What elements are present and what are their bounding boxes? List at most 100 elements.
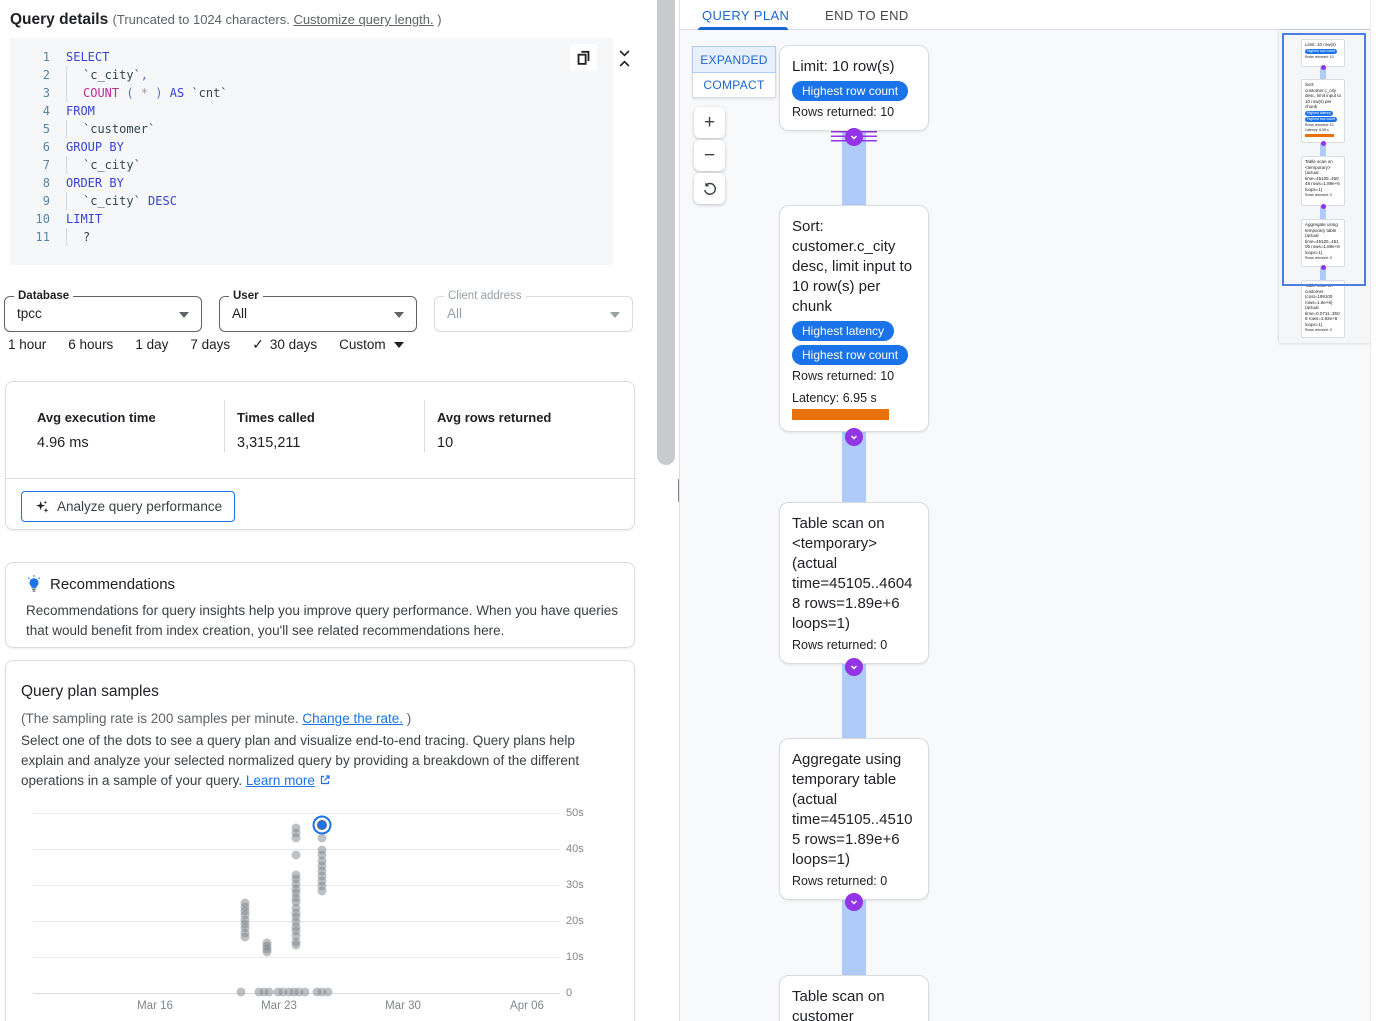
selected-sample-dot[interactable]: [317, 820, 327, 830]
learn-more-link[interactable]: Learn more: [246, 773, 315, 788]
metric-value: 3,315,211: [237, 435, 315, 451]
plan-node[interactable]: Table scan on <temporary> (actual time=4…: [779, 502, 929, 664]
sql-token: (: [119, 86, 141, 100]
minimap-node-title: Sort: customer.c_city desc, limit input …: [1305, 82, 1341, 110]
tab-end-to-end[interactable]: END TO END: [825, 0, 909, 30]
user-label: User: [229, 290, 263, 302]
time-range-custom[interactable]: Custom: [339, 336, 404, 353]
query-details-panel: Query details (Truncated to 1024 charact…: [0, 0, 656, 1021]
sample-dot[interactable]: [323, 987, 332, 996]
sample-dot[interactable]: [291, 850, 300, 859]
left-scrollbar[interactable]: [657, 0, 675, 465]
sql-token: FROM: [66, 104, 95, 118]
plan-node[interactable]: Aggregate using temporary table (actual …: [779, 738, 929, 900]
expand-node-icon[interactable]: [845, 658, 863, 676]
minimap-node: Table scan on <temporary> (actual time=4…: [1301, 156, 1345, 206]
metric-avg-rows-returned: Avg rows returned10: [437, 410, 551, 451]
dropdown-arrow-icon: [394, 342, 404, 348]
metrics-card: Avg execution time4.96 ms Times called3,…: [5, 381, 635, 530]
unfold-less-icon: [617, 59, 632, 68]
time-range-1-hour[interactable]: 1 hour: [8, 336, 46, 353]
dropdown-arrow-icon: [394, 312, 404, 318]
rows-returned-label: Rows returned: 0: [792, 638, 916, 652]
sql-line: 10LIMIT: [10, 210, 613, 228]
time-range-label: Custom: [339, 337, 386, 352]
sql-text: ?: [66, 228, 90, 246]
collapse-sql-button[interactable]: [613, 45, 635, 71]
plan-node-title: Table scan on customer: [792, 987, 916, 1021]
sample-dot[interactable]: [317, 886, 326, 895]
tab-query-plan[interactable]: QUERY PLAN: [702, 0, 789, 30]
expand-node-icon[interactable]: [845, 428, 863, 446]
minimap-node-dot: [1321, 204, 1326, 209]
user-select[interactable]: User All: [219, 296, 417, 332]
sql-token: `cnt`: [184, 86, 227, 100]
sql-line: 7`c_city`: [10, 156, 613, 174]
time-range-6-hours[interactable]: 6 hours: [68, 336, 113, 353]
plan-node[interactable]: Sort: customer.c_city desc, limit input …: [779, 205, 929, 432]
line-number: 3: [10, 84, 50, 102]
plan-node-badge: Highest row count: [792, 345, 908, 365]
sql-text: FROM: [50, 102, 95, 120]
rows-returned-label: Rows returned: 10: [792, 369, 916, 383]
sample-dot[interactable]: [241, 899, 250, 908]
time-range-30-days[interactable]: ✓30 days: [252, 336, 317, 353]
copy-sql-button[interactable]: [570, 44, 597, 71]
sql-text: `customer`: [66, 120, 155, 138]
sql-line: 5`customer`: [10, 120, 613, 138]
sample-dot[interactable]: [291, 833, 300, 842]
sql-line: 8 ORDER BY: [10, 174, 613, 192]
expand-node-icon[interactable]: [845, 893, 863, 911]
metric-times-called: Times called 3,315,211: [237, 410, 315, 451]
time-range-chips: 1 hour 6 hours 1 day 7 days ✓30 days Custom: [8, 336, 404, 353]
database-select[interactable]: Database tpcc: [4, 296, 202, 332]
query-plan-panel: QUERY PLAN END TO END EXPANDED COMPACT +…: [679, 0, 1370, 1021]
customize-query-length-link[interactable]: Customize query length.: [293, 12, 433, 27]
plan-canvas[interactable]: Limit: 10 row(s) Highest row count Rows re…: [680, 30, 1371, 1021]
client-address-value: All: [447, 306, 462, 321]
plan-node-title: Sort: customer.c_city desc, limit input …: [792, 217, 916, 317]
metric-label: Times called: [237, 410, 315, 425]
time-range-1-day[interactable]: 1 day: [135, 336, 168, 353]
dropdown-arrow-icon: [179, 312, 189, 318]
sql-token: ?: [83, 230, 90, 244]
samples-title: Query plan samples: [21, 683, 159, 701]
minimap-latency-label: Latency: 6.95 s: [1305, 128, 1341, 133]
sample-dot[interactable]: [300, 987, 309, 996]
time-range-7-days[interactable]: 7 days: [190, 336, 230, 353]
sample-dot[interactable]: [317, 833, 326, 842]
minimap-node-dot: [1321, 141, 1326, 146]
sql-token: *: [141, 86, 148, 100]
sql-line: 9`c_city` DESC: [10, 192, 613, 210]
minimap-latency-bar: [1305, 134, 1334, 137]
sql-token: `c_city`: [83, 68, 141, 82]
latency-bar: [792, 409, 889, 420]
minimap-rows-label: Rows returned: 10: [1305, 55, 1341, 60]
plan-node-badge: Highest row count: [792, 81, 908, 101]
analyze-query-performance-button[interactable]: Analyze query performance: [21, 491, 235, 522]
sql-line: 2`c_city`,: [10, 66, 613, 84]
sql-token: `customer`: [83, 122, 155, 136]
plan-minimap[interactable]: Limit: 10 row(s)Highest row countRows re…: [1279, 30, 1371, 343]
plan-tabbar: QUERY PLAN END TO END: [680, 0, 1371, 30]
page-title: Query details: [10, 11, 108, 28]
sample-dot[interactable]: [291, 941, 300, 950]
sample-dot[interactable]: [265, 987, 274, 996]
line-number: 8: [10, 174, 50, 192]
divider: [224, 400, 225, 452]
plan-node-title: Limit: 10 row(s): [792, 57, 916, 77]
sql-token: COUNT: [83, 86, 119, 100]
query-details-header: Query details (Truncated to 1024 charact…: [10, 11, 442, 29]
sql-token: ORDER BY: [66, 176, 124, 190]
sample-dot[interactable]: [236, 987, 245, 996]
minimap-node-dot: [1321, 265, 1326, 270]
time-range-label: 6 hours: [68, 337, 113, 352]
sample-dot[interactable]: [263, 939, 272, 948]
plan-node[interactable]: Limit: 10 row(s) Highest row count Rows re…: [779, 45, 929, 131]
expand-node-icon[interactable]: [845, 128, 863, 146]
plan-node[interactable]: Table scan on customer: [779, 975, 929, 1021]
change-the-rate-link[interactable]: Change the rate.: [302, 711, 403, 726]
rows-returned-label: Rows returned: 10: [792, 105, 916, 119]
sql-line: 4FROM: [10, 102, 613, 120]
sql-line: 3COUNT ( * ) AS `cnt`: [10, 84, 613, 102]
